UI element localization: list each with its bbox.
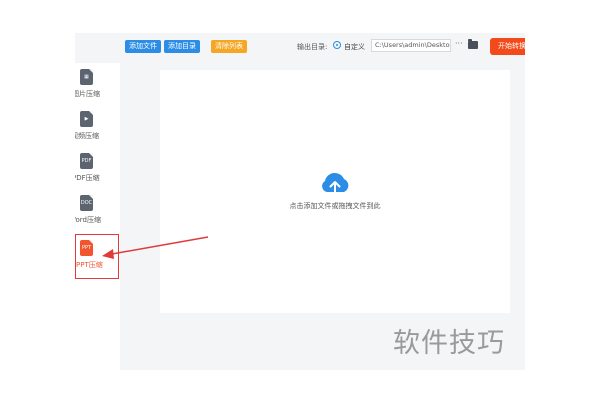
watermark-text: 软件技巧 bbox=[393, 328, 505, 359]
annotation-arrow bbox=[102, 236, 209, 259]
